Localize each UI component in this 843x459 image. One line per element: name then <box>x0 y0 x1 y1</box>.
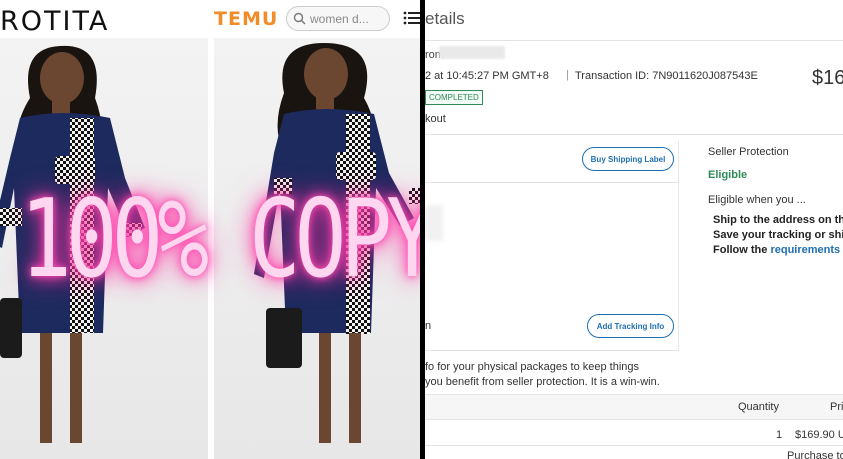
copy-overlay-text: 100% COPY <box>20 177 420 303</box>
purchase-total-label: Purchase to <box>787 450 843 459</box>
buy-shipping-label-button[interactable]: Buy Shipping Label <box>582 147 674 171</box>
tracking-section-label: n <box>425 320 432 332</box>
seller-protection-status: Eligible <box>708 169 748 181</box>
comparison-panel: ROTITA TEMU women d... 100% COPY <box>0 0 420 459</box>
redacted-name <box>439 46 505 59</box>
divider <box>425 182 679 183</box>
screenshot-root: ROTITA TEMU women d... 100% COPY etails … <box>0 0 843 459</box>
transaction-id: Transaction ID: 7N9011620J087543E <box>575 70 758 82</box>
seller-protection-title: Seller Protection <box>708 146 789 158</box>
search-icon <box>293 12 306 25</box>
requirement-3-prefix: Follow the <box>713 244 771 256</box>
protection-requirement-2: Save your tracking or shippi <box>713 229 843 241</box>
protection-requirement-1: Ship to the address on this p <box>713 214 843 226</box>
divider <box>425 134 843 135</box>
separator: | <box>566 69 569 81</box>
transaction-details-panel: etails rom 2 at 10:45:27 PM GMT+8 | Tran… <box>425 0 843 459</box>
items-table-header <box>425 394 843 419</box>
column-header-price: Pri <box>830 401 843 413</box>
page-title: etails <box>425 9 465 28</box>
search-input[interactable]: women d... <box>286 6 390 31</box>
checkout-label: kout <box>425 113 446 125</box>
item-quantity: 1 <box>776 429 783 441</box>
divider <box>425 419 843 420</box>
column-header-quantity: Quantity <box>738 401 779 413</box>
rotita-logo: ROTITA <box>0 6 110 37</box>
menu-icon[interactable] <box>403 10 420 26</box>
requirements-link[interactable]: requirements for <box>770 244 843 256</box>
eligible-when-label: Eligible when you ... <box>708 194 806 206</box>
protection-requirement-3: Follow the requirements for <box>713 244 843 256</box>
transaction-amount: $16 <box>812 67 843 89</box>
temu-logo: TEMU <box>214 8 279 30</box>
status-badge: COMPLETED <box>425 90 483 105</box>
tracking-info-text-line2: you benefit from seller protection. It i… <box>425 376 660 388</box>
search-value: women d... <box>310 11 369 26</box>
item-price: $169.90 U <box>795 429 843 441</box>
divider <box>425 445 843 446</box>
transaction-timestamp: 2 at 10:45:27 PM GMT+8 <box>425 70 549 82</box>
blurred-content <box>425 205 443 241</box>
tracking-info-text-line1: fo for your physical packages to keep th… <box>425 361 640 373</box>
divider <box>425 350 679 351</box>
divider <box>425 40 843 41</box>
add-tracking-info-button[interactable]: Add Tracking Info <box>587 314 674 338</box>
